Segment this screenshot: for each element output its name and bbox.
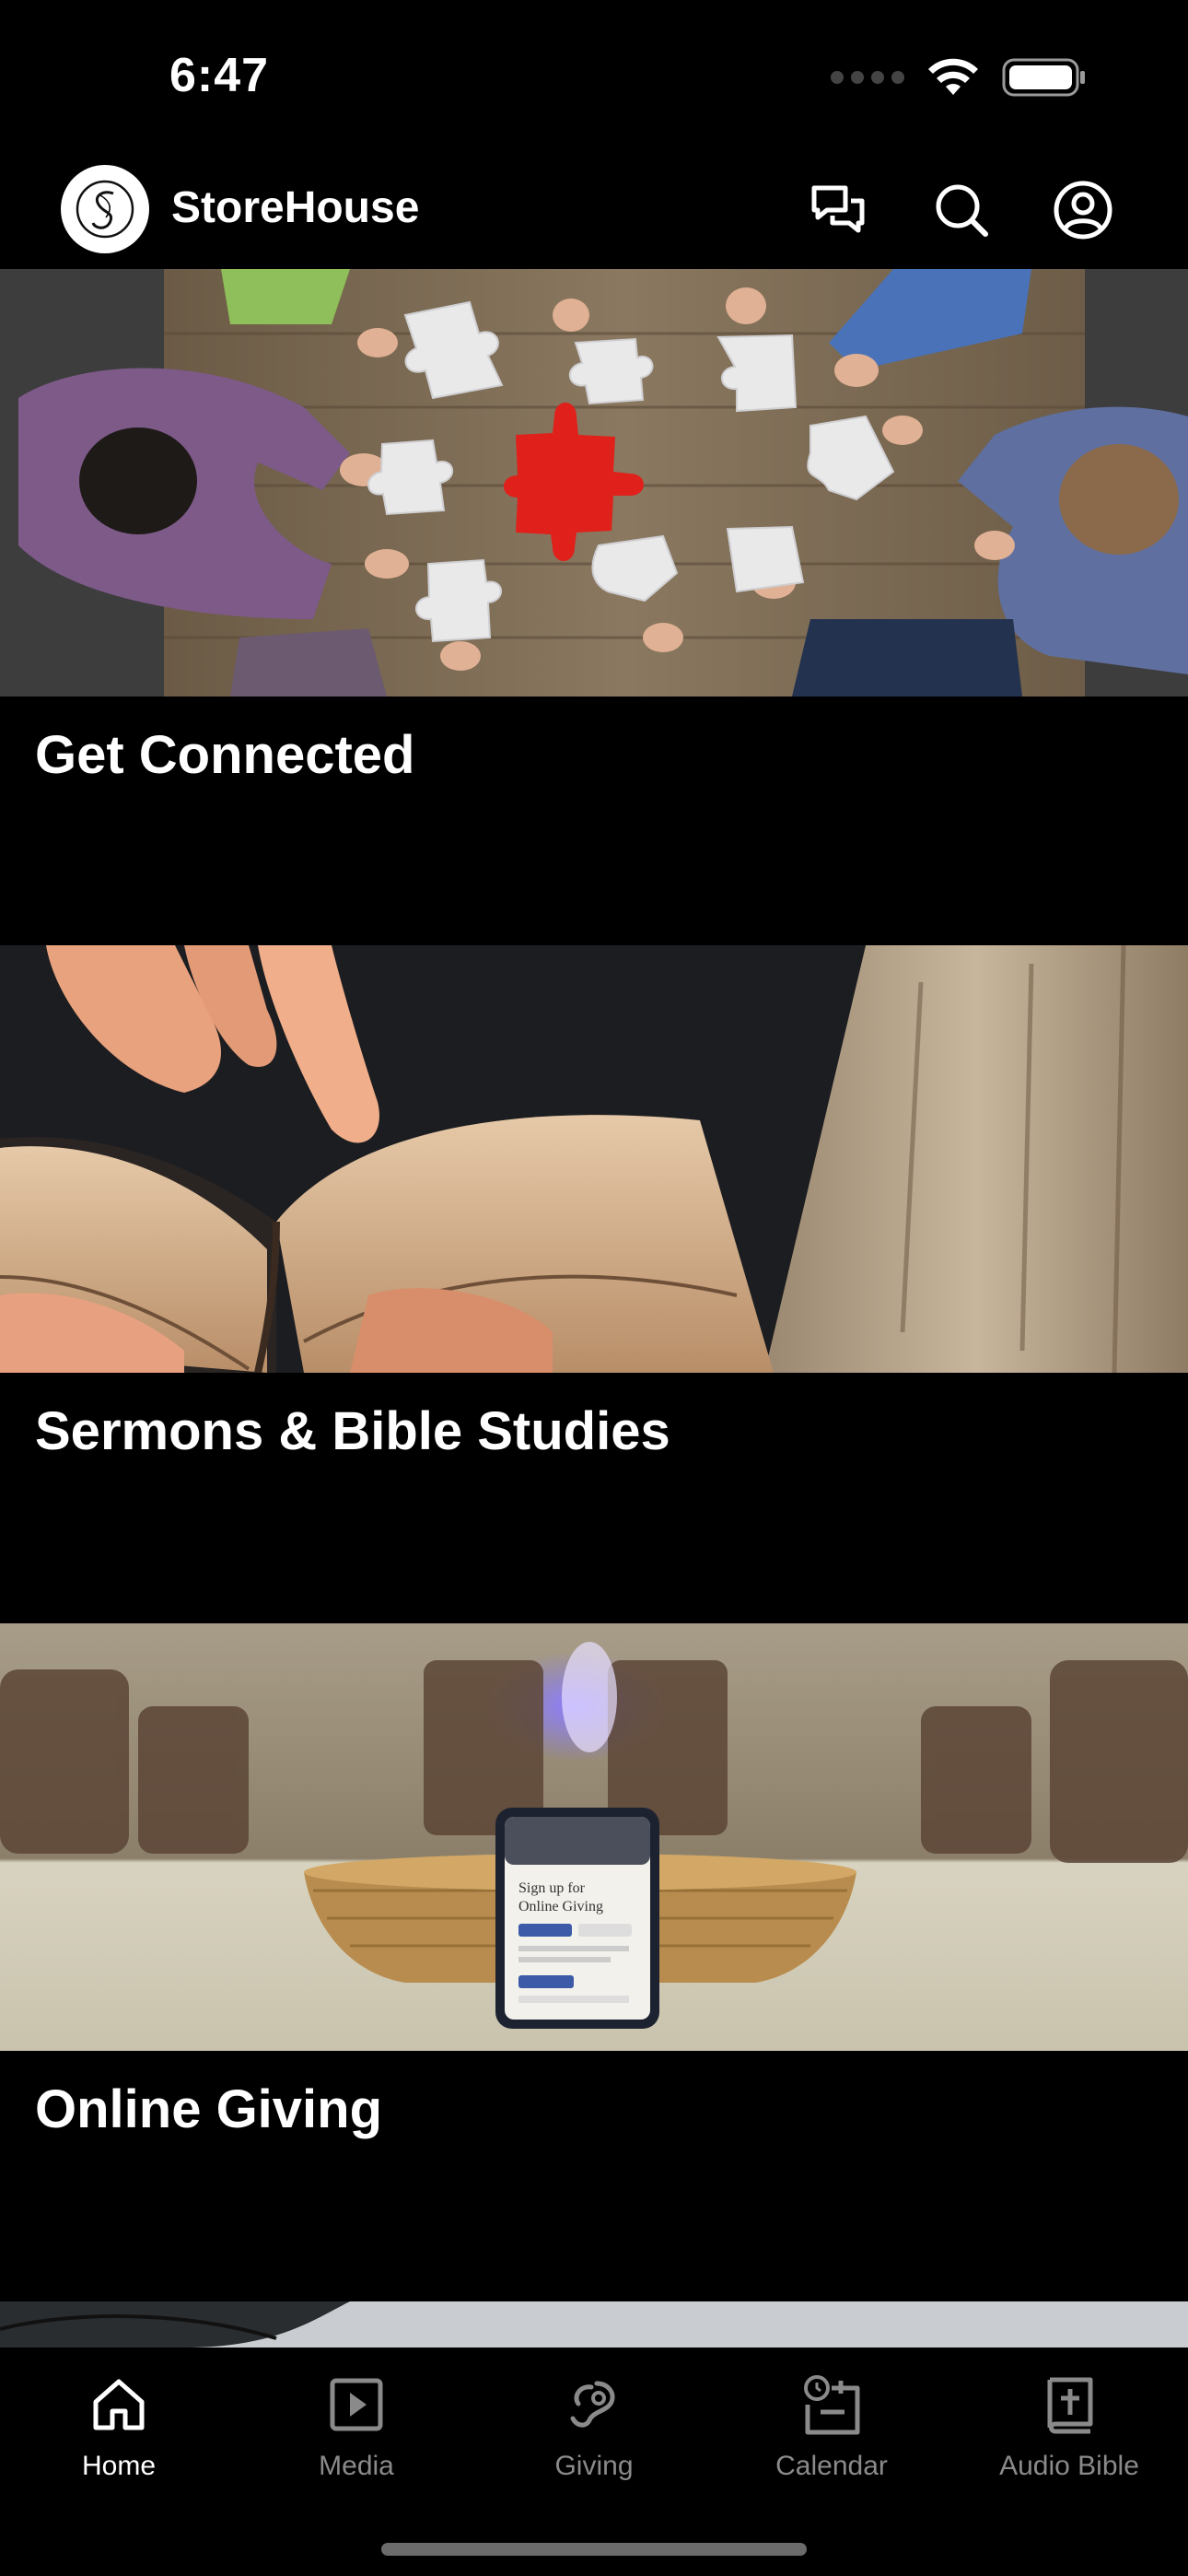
app-title: StoreHouse: [171, 183, 420, 232]
app-header: StoreHouse: [0, 157, 1188, 269]
wifi-icon: [928, 58, 978, 95]
card-image-next: [0, 2301, 1188, 2348]
status-indicators: [831, 57, 1087, 98]
tab-label: Audio Bible: [999, 2451, 1139, 2481]
tab-audio-bible[interactable]: Audio Bible: [950, 2368, 1188, 2524]
card-title: Get Connected: [35, 725, 415, 785]
card-next-peek[interactable]: [0, 2301, 1188, 2348]
card-image-giving: Sign up for Online Giving: [0, 1623, 1188, 2051]
tab-label: Calendar: [775, 2451, 888, 2481]
logo-icon[interactable]: [61, 165, 149, 253]
cellular-signal-icon: [831, 71, 904, 84]
search-icon[interactable]: [930, 179, 993, 241]
chat-icon[interactable]: [807, 179, 869, 241]
tab-home[interactable]: Home: [0, 2368, 238, 2524]
giving-icon: [557, 2368, 631, 2441]
battery-icon: [1002, 58, 1085, 97]
tab-label: Media: [319, 2451, 394, 2481]
tab-media[interactable]: Media: [238, 2368, 475, 2524]
tab-label: Home: [81, 2451, 157, 2481]
tab-calendar[interactable]: Calendar: [713, 2368, 950, 2524]
card-image-bible: [0, 945, 1188, 1373]
phone-headline-2: Online Giving: [518, 1899, 603, 1914]
card-sermons-bible-studies[interactable]: Sermons & Bible Studies: [0, 945, 1188, 1623]
bottom-tab-bar: Home Media Giving Calendar Audio Bible: [0, 2348, 1188, 2576]
status-time: 6:47: [169, 49, 270, 102]
tab-label: Giving: [554, 2451, 634, 2481]
card-image-puzzle: [0, 269, 1188, 697]
phone-headline-1: Sign up for: [518, 1880, 586, 1896]
card-title: Sermons & Bible Studies: [35, 1401, 670, 1461]
home-indicator: [381, 2543, 807, 2556]
tab-giving[interactable]: Giving: [475, 2368, 713, 2524]
home-icon: [82, 2368, 156, 2441]
status-bar: 6:47: [0, 0, 1188, 157]
bible-icon: [1032, 2368, 1106, 2441]
card-title: Online Giving: [35, 2079, 383, 2139]
profile-icon[interactable]: [1052, 179, 1114, 241]
calendar-icon: [795, 2368, 868, 2441]
card-get-connected[interactable]: Get Connected: [0, 269, 1188, 945]
media-play-icon: [320, 2368, 393, 2441]
card-online-giving[interactable]: Sign up for Online Giving Online Giving: [0, 1623, 1188, 2301]
